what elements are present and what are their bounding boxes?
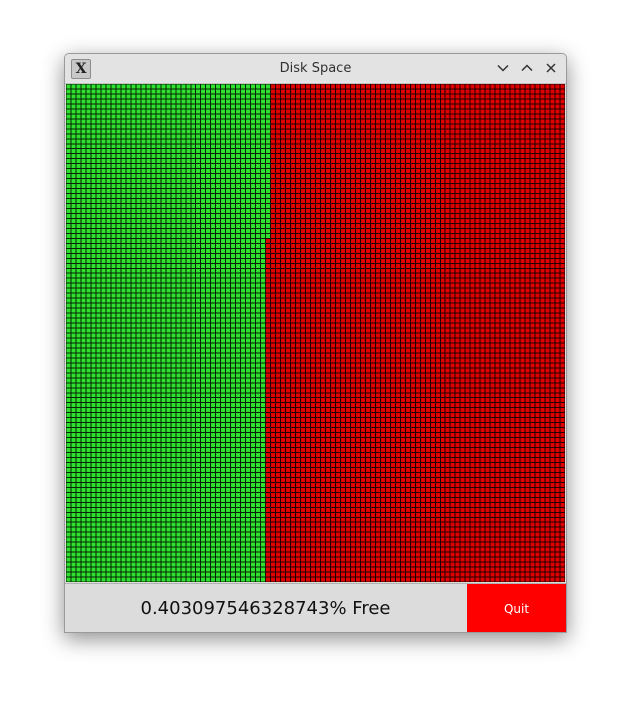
minimize-button[interactable]: [493, 58, 513, 78]
window-title: Disk Space: [279, 61, 352, 76]
chevron-down-icon: [497, 64, 509, 72]
quit-button[interactable]: Quit: [467, 584, 566, 632]
close-button[interactable]: [541, 58, 561, 78]
disk-space-window: X Disk Space 0.403097546328743% Free Qui…: [64, 53, 567, 633]
close-icon: [546, 63, 556, 73]
cell-grid-lines: [66, 84, 565, 582]
chevron-up-icon: [521, 64, 533, 72]
status-bar: 0.403097546328743% Free Quit: [65, 583, 566, 632]
disk-usage-cells: [66, 84, 565, 582]
free-space-label: 0.403097546328743% Free: [140, 598, 391, 619]
title-bar[interactable]: X Disk Space: [65, 54, 566, 84]
free-space-partial-column: [265, 84, 271, 239]
maximize-button[interactable]: [517, 58, 537, 78]
disk-usage-grid: [66, 84, 565, 582]
